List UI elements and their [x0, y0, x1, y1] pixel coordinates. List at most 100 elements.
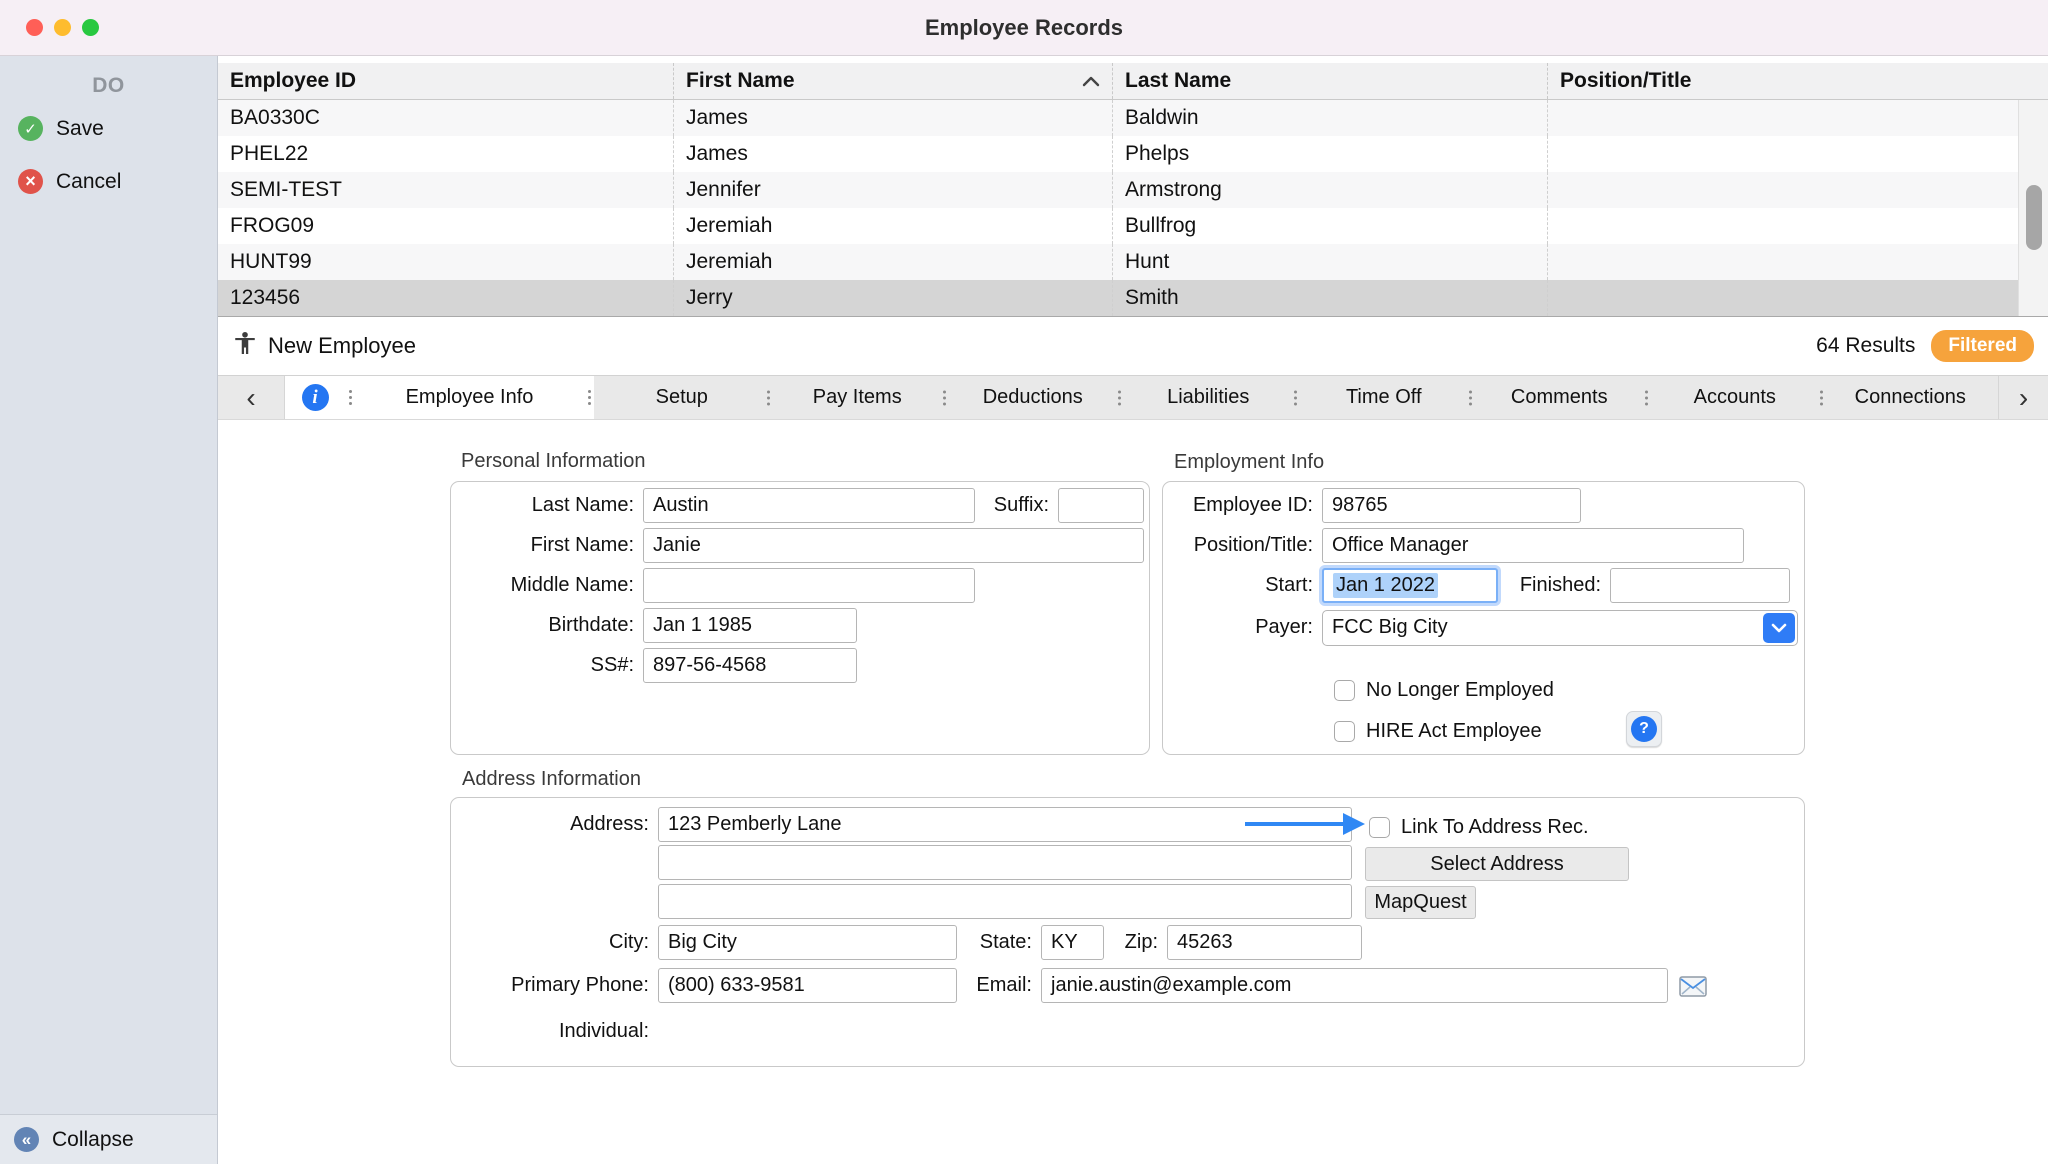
state-label: State:	[957, 931, 1041, 954]
city-label: City:	[458, 931, 658, 954]
selected-text: Jan 1 2022	[1333, 573, 1438, 598]
table-scrollbar[interactable]	[2018, 100, 2048, 316]
sidebar-header: DO	[0, 74, 217, 98]
hire-act-label: HIRE Act Employee	[1366, 720, 1542, 743]
employee-id-label: Employee ID:	[1168, 494, 1322, 517]
birthdate-label: Birthdate:	[458, 614, 643, 637]
tab-bar: ‹ i Employee Info Setup Pay Items Deduct…	[218, 375, 2048, 420]
zip-field[interactable]: 45263	[1167, 925, 1362, 960]
position-title-field[interactable]: Office Manager	[1322, 528, 1744, 563]
column-header-first-name[interactable]: First Name	[674, 63, 1113, 99]
table-row[interactable]: SEMI-TEST Jennifer Armstrong	[218, 172, 2048, 208]
tab-connections[interactable]: Connections	[1823, 376, 1999, 419]
birthdate-field[interactable]: Jan 1 1985	[643, 608, 857, 643]
table-row[interactable]: FROG09 Jeremiah Bullfrog	[218, 208, 2048, 244]
link-to-address-checkbox[interactable]	[1369, 817, 1390, 838]
cancel-button[interactable]: × Cancel	[0, 159, 217, 204]
tabs-scroll-right-button[interactable]: ›	[1998, 376, 2048, 419]
address-line2-field[interactable]	[658, 845, 1352, 880]
results-count: 64 Results	[1816, 334, 1915, 358]
hire-act-checkbox[interactable]	[1334, 721, 1355, 742]
sort-ascending-icon	[1082, 69, 1100, 93]
tab-employee-info[interactable]: Employee Info	[355, 386, 584, 409]
pointer-arrow-annotation	[1245, 813, 1367, 835]
link-to-address-label: Link To Address Rec.	[1401, 816, 1589, 839]
save-button-label: Save	[56, 117, 104, 141]
ssn-field[interactable]: 897-56-4568	[643, 648, 857, 683]
filtered-badge[interactable]: Filtered	[1931, 330, 2034, 362]
column-header-employee-id[interactable]: Employee ID	[218, 63, 674, 99]
column-header-last-name[interactable]: Last Name	[1113, 63, 1548, 99]
help-icon: ?	[1631, 716, 1657, 742]
first-name-field[interactable]: Janie	[643, 528, 1144, 563]
tab-time-off[interactable]: Time Off	[1296, 376, 1472, 419]
info-icon: i	[302, 384, 329, 411]
person-icon	[232, 330, 258, 362]
record-title: New Employee	[268, 333, 416, 359]
active-tab-group: i Employee Info	[285, 376, 594, 419]
city-field[interactable]: Big City	[658, 925, 957, 960]
tab-pay-items[interactable]: Pay Items	[770, 376, 946, 419]
save-button[interactable]: ✓ Save	[0, 106, 217, 151]
tab-deductions[interactable]: Deductions	[945, 376, 1121, 419]
finished-date-label: Finished:	[1498, 574, 1610, 597]
chevron-left-icon: ‹	[246, 382, 255, 414]
select-address-button[interactable]: Select Address	[1365, 847, 1629, 881]
email-field[interactable]: janie.austin@example.com	[1041, 968, 1668, 1003]
minimize-window-button[interactable]	[54, 19, 71, 36]
primary-phone-label: Primary Phone:	[458, 974, 658, 997]
employee-id-field[interactable]: 98765	[1322, 488, 1581, 523]
results-bar: New Employee 64 Results Filtered	[218, 316, 2048, 375]
tab-comments[interactable]: Comments	[1472, 376, 1648, 419]
table-row[interactable]: PHEL22 James Phelps	[218, 136, 2048, 172]
collapse-label: Collapse	[52, 1128, 134, 1152]
start-date-field[interactable]: Jan 1 2022	[1322, 568, 1498, 603]
record-info-button[interactable]: i	[285, 384, 345, 411]
close-window-button[interactable]	[26, 19, 43, 36]
last-name-label: Last Name:	[458, 494, 643, 517]
mapquest-button[interactable]: MapQuest	[1365, 886, 1476, 919]
table-row[interactable]: BA0330C James Baldwin	[218, 100, 2048, 136]
email-app-icon[interactable]	[1678, 971, 1708, 1001]
address-line3-field[interactable]	[658, 884, 1352, 919]
table-scrollbar-thumb[interactable]	[2026, 185, 2042, 250]
address-info-title: Address Information	[462, 768, 641, 791]
no-longer-employed-checkbox[interactable]	[1334, 680, 1355, 701]
suffix-field[interactable]	[1058, 488, 1144, 523]
tab-setup[interactable]: Setup	[594, 376, 770, 419]
last-name-field[interactable]: Austin	[643, 488, 975, 523]
tabs-scroll-left-button[interactable]: ‹	[218, 376, 285, 419]
chevron-right-icon: ›	[2019, 382, 2028, 414]
no-longer-employed-label: No Longer Employed	[1366, 679, 1554, 702]
main-area: Employee ID First Name Last Name Positio…	[218, 56, 2048, 1164]
employee-records-window: Employee Records DO ✓ Save × Cancel « Co…	[0, 0, 2048, 1164]
table-row[interactable]: HUNT99 Jeremiah Hunt	[218, 244, 2048, 280]
tab-drag-handle-icon	[345, 390, 355, 405]
personal-info-title: Personal Information	[461, 450, 646, 473]
do-sidebar: DO ✓ Save × Cancel « Collapse	[0, 56, 218, 1164]
collapse-chevrons-icon: «	[14, 1127, 39, 1152]
traffic-lights	[26, 0, 99, 55]
hire-act-help-button[interactable]: ?	[1626, 711, 1662, 747]
employee-table: Employee ID First Name Last Name Positio…	[218, 63, 2048, 316]
zoom-window-button[interactable]	[82, 19, 99, 36]
tab-liabilities[interactable]: Liabilities	[1121, 376, 1297, 419]
finished-date-field[interactable]	[1610, 568, 1790, 603]
position-title-label: Position/Title:	[1168, 534, 1322, 557]
table-row-selected[interactable]: 123456 Jerry Smith	[218, 280, 2048, 316]
column-header-position[interactable]: Position/Title	[1548, 63, 2048, 99]
collapse-button[interactable]: « Collapse	[0, 1114, 217, 1164]
payer-select[interactable]: FCC Big City	[1322, 610, 1798, 646]
cancel-button-label: Cancel	[56, 170, 121, 194]
middle-name-label: Middle Name:	[458, 574, 643, 597]
table-header-row: Employee ID First Name Last Name Positio…	[218, 63, 2048, 100]
state-field[interactable]: KY	[1041, 925, 1104, 960]
chevron-down-icon	[1763, 613, 1795, 643]
tab-accounts[interactable]: Accounts	[1647, 376, 1823, 419]
window-title: Employee Records	[925, 15, 1123, 41]
middle-name-field[interactable]	[643, 568, 975, 603]
zip-label: Zip:	[1104, 931, 1167, 954]
employment-info-title: Employment Info	[1174, 451, 1324, 474]
title-bar: Employee Records	[0, 0, 2048, 56]
primary-phone-field[interactable]: (800) 633-9581	[658, 968, 957, 1003]
